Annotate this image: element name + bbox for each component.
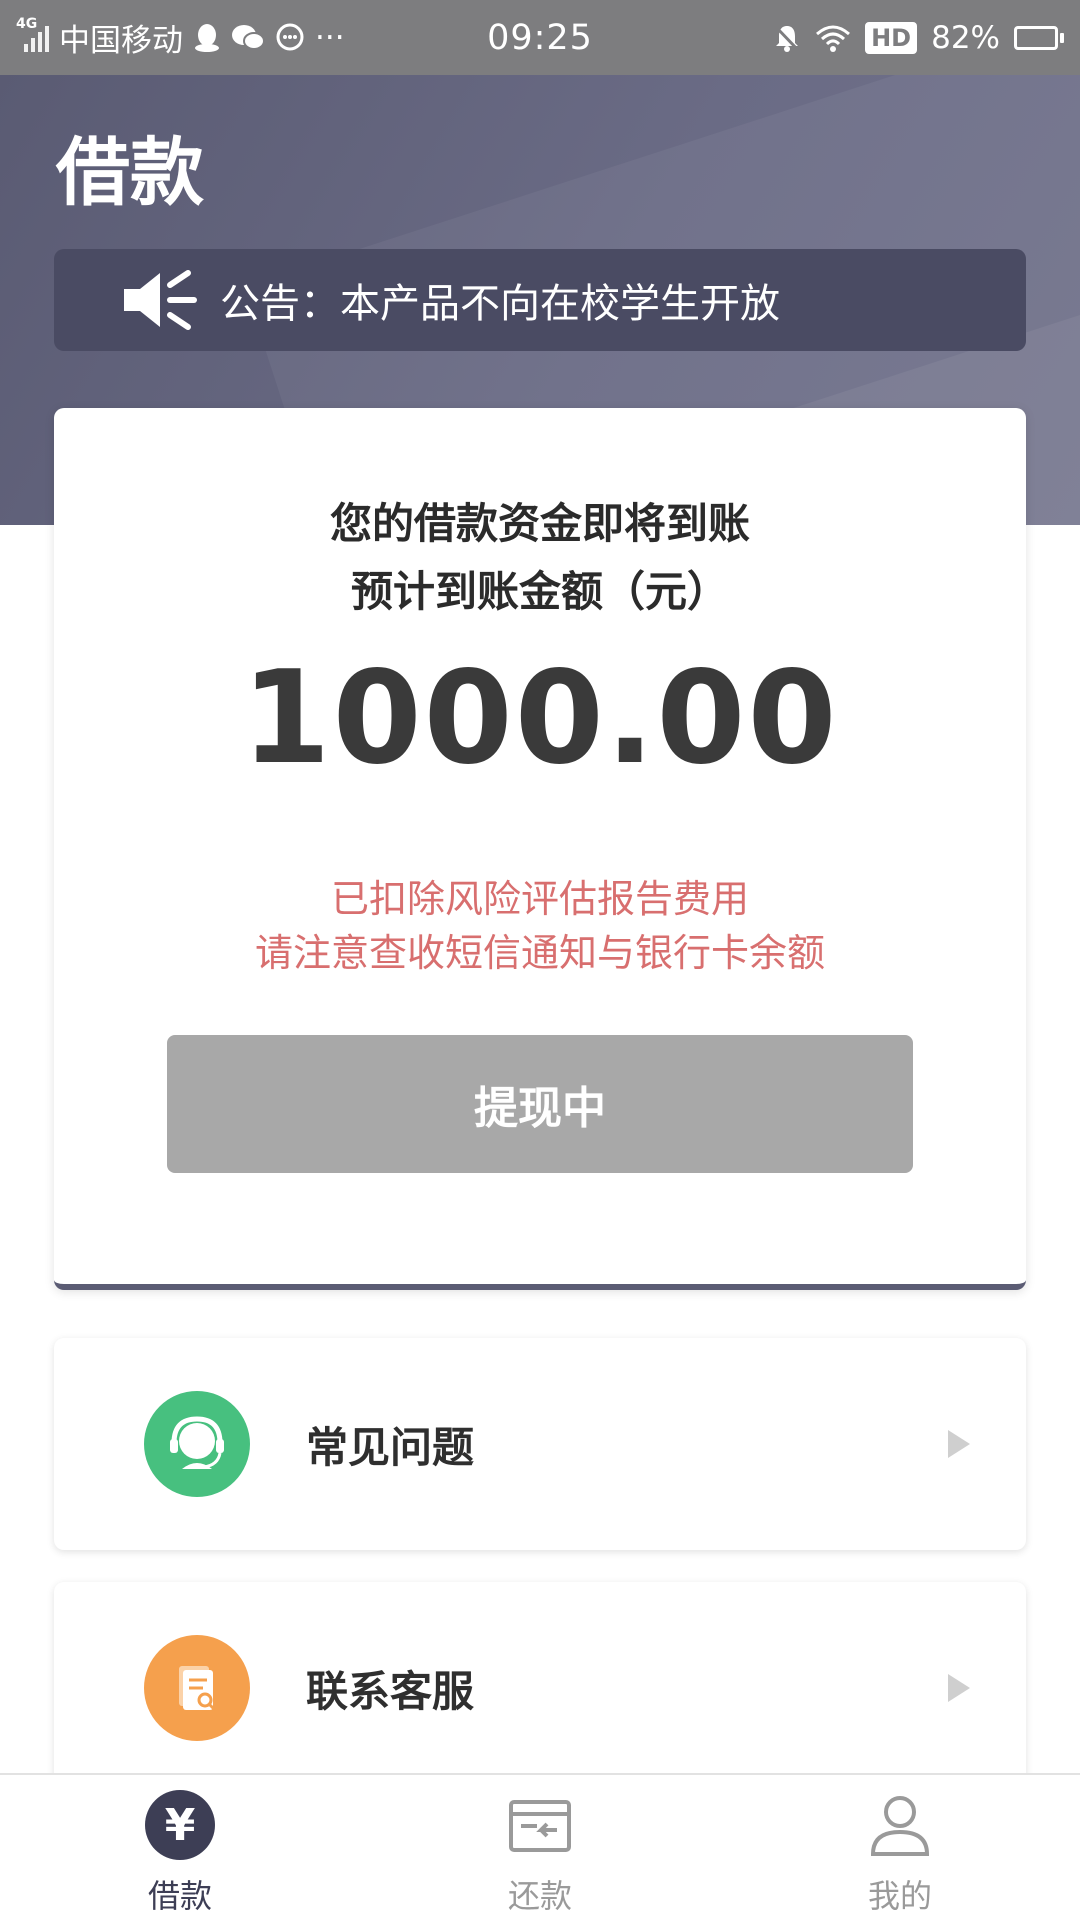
qq-icon bbox=[195, 23, 219, 52]
nav-repay[interactable]: 还款 bbox=[360, 1775, 720, 1920]
nav-mine-label: 我的 bbox=[867, 1877, 932, 1915]
carrier-name: 中国移动 bbox=[59, 23, 183, 59]
user-icon bbox=[864, 1789, 936, 1861]
hd-badge: HD bbox=[865, 21, 918, 54]
nav-repay-label: 还款 bbox=[507, 1877, 572, 1915]
nav-mine[interactable]: 我的 bbox=[720, 1775, 1080, 1920]
more-notifications: ··· bbox=[315, 19, 345, 56]
faq-item[interactable]: 常见问题 bbox=[54, 1338, 1026, 1550]
faq-label: 常见问题 bbox=[306, 1422, 475, 1472]
wechat-icon bbox=[232, 24, 265, 50]
card-subheading: 预计到账金额（元） bbox=[350, 567, 729, 616]
yen-icon: ¥ bbox=[144, 1789, 216, 1861]
network-type: 4G bbox=[16, 15, 38, 32]
chevron-right-icon bbox=[948, 1674, 970, 1702]
signal-icon: 4G bbox=[16, 16, 49, 52]
notice-banner[interactable]: 公告：本产品不向在校学生开放 bbox=[54, 249, 1026, 351]
repay-icon bbox=[504, 1789, 576, 1861]
wifi-icon bbox=[816, 25, 851, 52]
battery-percent: 82% bbox=[931, 19, 1000, 56]
message-icon bbox=[276, 23, 304, 50]
battery-icon bbox=[1014, 25, 1064, 50]
page-title: 借款 bbox=[56, 130, 204, 216]
nav-borrow[interactable]: ¥ 借款 bbox=[0, 1775, 360, 1920]
chevron-right-icon bbox=[948, 1430, 970, 1458]
status-right: HD 82% bbox=[634, 20, 1064, 56]
loan-amount: 1000.00 bbox=[241, 644, 839, 793]
fee-notice: 已扣除风险评估报告费用 bbox=[330, 877, 749, 921]
document-icon bbox=[144, 1635, 250, 1741]
check-notice: 请注意查收短信通知与银行卡余额 bbox=[254, 931, 825, 975]
speaker-icon bbox=[124, 270, 197, 330]
loan-status-card: 您的借款资金即将到账 预计到账金额（元） 1000.00 已扣除风险评估报告费用… bbox=[54, 408, 1026, 1290]
nav-borrow-label: 借款 bbox=[147, 1877, 212, 1915]
customer-service-icon bbox=[144, 1391, 250, 1497]
notice-text: 公告：本产品不向在校学生开放 bbox=[220, 281, 780, 327]
status-bar: 4G 中国移动 ··· 09:25 HD 82% bbox=[0, 0, 1080, 75]
withdraw-button[interactable]: 提现中 bbox=[167, 1035, 913, 1173]
contact-service-item[interactable]: 联系客服 bbox=[54, 1582, 1026, 1794]
screen: 4G 中国移动 ··· 09:25 HD 82% 借款 公告：本产品不向在校学生… bbox=[0, 0, 1080, 1920]
status-time: 09:25 bbox=[487, 17, 593, 58]
bottom-nav: ¥ 借款 还款 我的 bbox=[0, 1773, 1080, 1920]
contact-label: 联系客服 bbox=[306, 1666, 475, 1716]
card-heading: 您的借款资金即将到账 bbox=[329, 499, 750, 548]
status-left: 4G 中国移动 ··· bbox=[16, 15, 446, 60]
mute-bell-icon bbox=[774, 25, 800, 52]
